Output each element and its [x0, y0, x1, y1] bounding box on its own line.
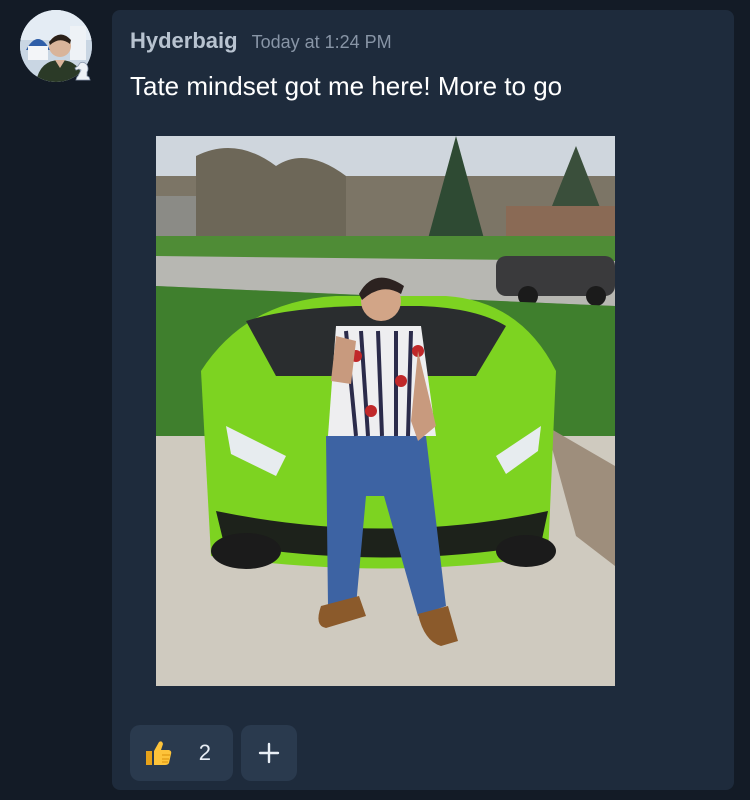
- timestamp: Today at 1:24 PM: [251, 32, 392, 52]
- photo-attachment[interactable]: [156, 136, 615, 686]
- message-header: Hyderbaig Today at 1:24 PM: [130, 28, 392, 54]
- photo-image: [156, 136, 615, 686]
- reactions-bar: 2: [130, 725, 297, 781]
- chat-view: Hyderbaig Today at 1:24 PM Tate mindset …: [0, 0, 750, 800]
- chess-knight-icon: [74, 61, 91, 81]
- message-text: Tate mindset got me here! More to go: [130, 71, 563, 101]
- message-card: Hyderbaig Today at 1:24 PM Tate mindset …: [112, 10, 734, 790]
- thumbs-up-icon: [146, 741, 172, 765]
- add-reaction-button[interactable]: [241, 725, 297, 781]
- plus-icon: [258, 742, 280, 764]
- thumbs-up-reaction-button[interactable]: 2: [130, 725, 233, 781]
- username[interactable]: Hyderbaig: [130, 28, 238, 54]
- reaction-count: 2: [198, 740, 211, 765]
